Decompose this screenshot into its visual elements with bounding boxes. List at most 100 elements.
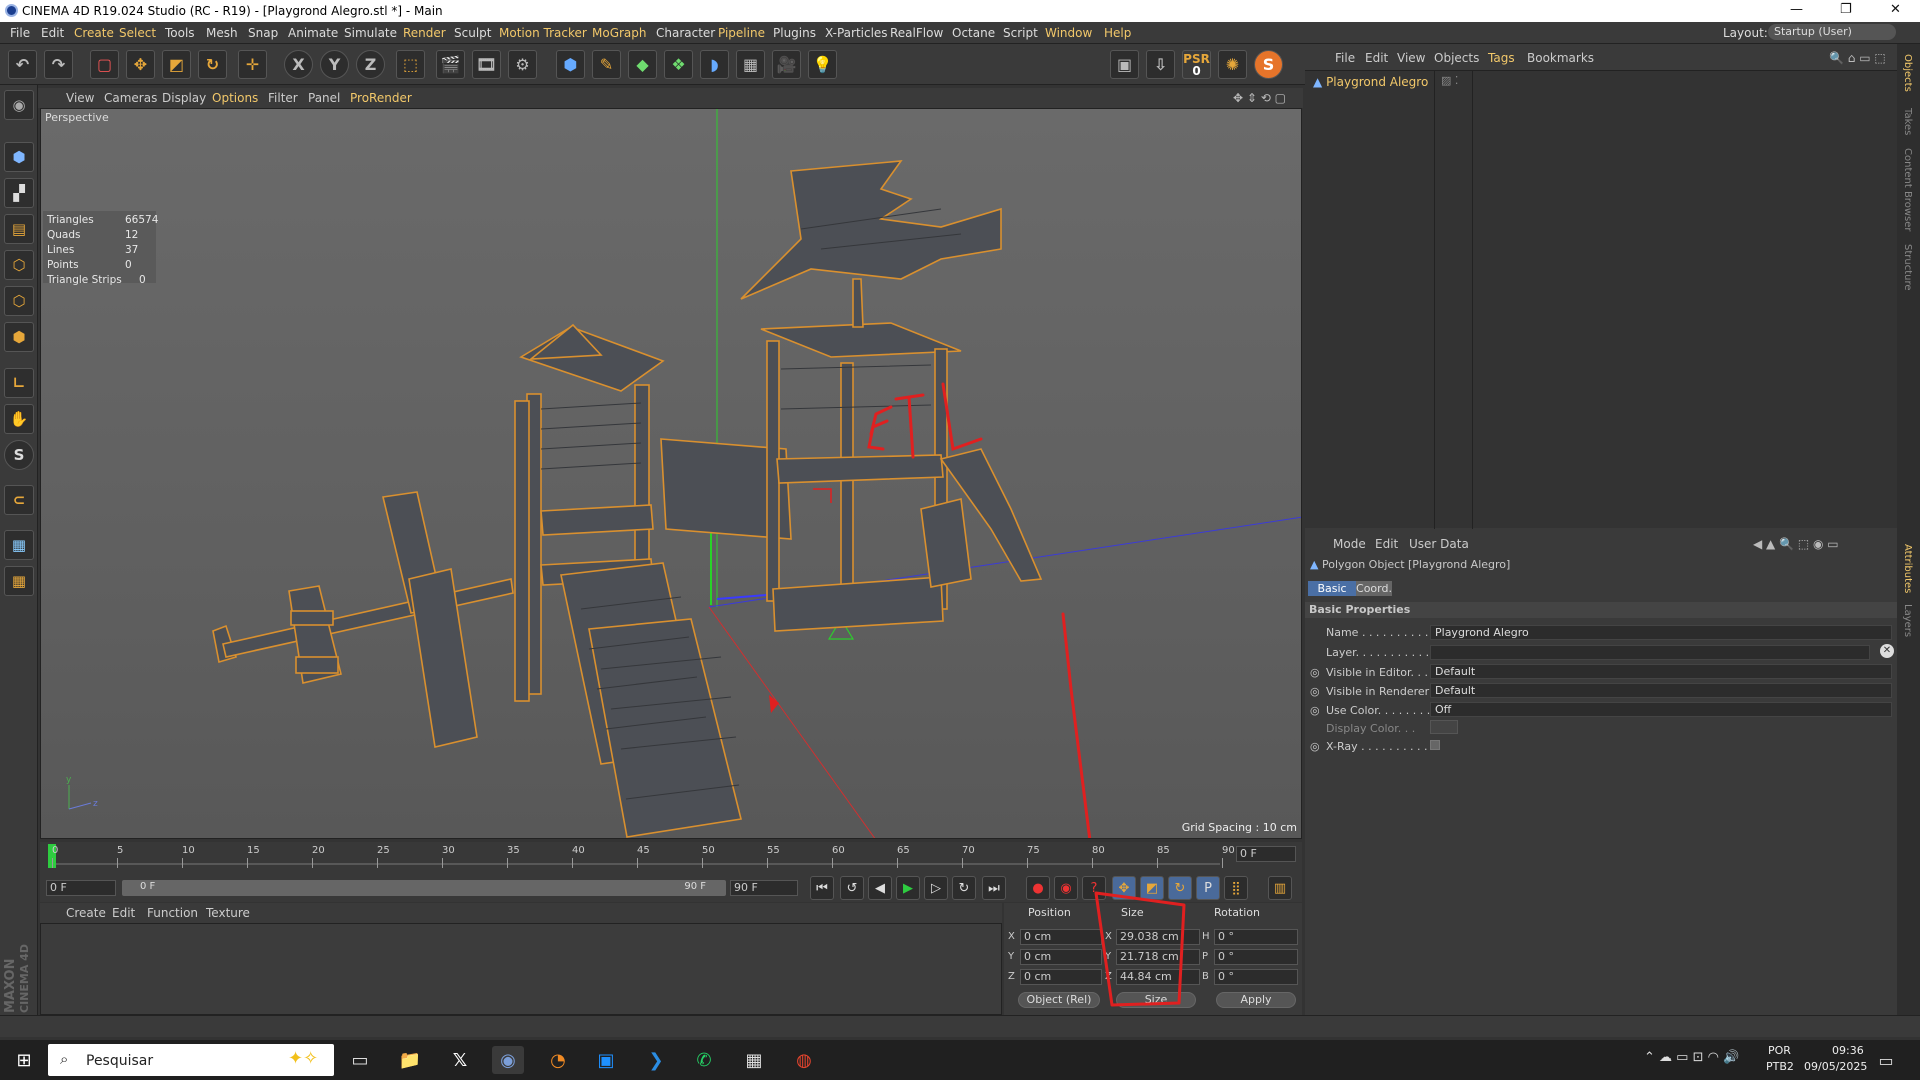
viewport-menu-display[interactable]: Display [162, 91, 206, 105]
menu-snap[interactable]: Snap [248, 26, 278, 40]
record-keys-icon[interactable]: ● [1026, 876, 1050, 900]
prev-key-icon[interactable]: ↺ [840, 876, 864, 900]
menu-help[interactable]: Help [1104, 26, 1131, 40]
language-line1[interactable]: POR [1768, 1044, 1791, 1057]
floor-icon[interactable]: ▦ [736, 50, 765, 79]
radio-icon[interactable]: ◎ [1310, 704, 1320, 717]
menu-pipeline[interactable]: Pipeline [718, 26, 765, 40]
psr-counter[interactable]: PSR 0 [1182, 50, 1211, 79]
menu-animate[interactable]: Animate [288, 26, 338, 40]
viewport-nav-icons[interactable]: ✥ ⇕ ⟲ ▢ [1233, 91, 1286, 105]
notifications-icon[interactable]: ▭ [1870, 1046, 1902, 1074]
rotation-p-field[interactable]: 0 ° [1214, 949, 1298, 965]
name-field[interactable]: Playgrond Alegro [1430, 625, 1892, 640]
tab-coord[interactable]: Coord. [1356, 581, 1392, 596]
blender-icon[interactable]: ◔ [542, 1046, 574, 1074]
render-settings-icon[interactable]: ⚙ [508, 50, 537, 79]
size-z-field[interactable]: 44.84 cm [1116, 969, 1200, 985]
key-point-level-icon[interactable]: ⣿ [1224, 876, 1248, 900]
visible-in-editor-select[interactable]: Default [1430, 664, 1892, 679]
menu-x-particles[interactable]: X-Particles [825, 26, 888, 40]
layer-clear-icon[interactable]: ✕ [1880, 644, 1894, 658]
goto-end-icon[interactable]: ⏭ [982, 876, 1006, 900]
vscode-icon[interactable]: ❯ [640, 1046, 672, 1074]
close-icon[interactable]: ✕ [1890, 2, 1901, 17]
rotation-b-field[interactable]: 0 ° [1214, 969, 1298, 985]
menu-select[interactable]: Select [119, 26, 156, 40]
next-frame-icon[interactable]: ▷ [924, 876, 948, 900]
objmenu-edit[interactable]: Edit [1365, 51, 1388, 65]
size-y-field[interactable]: 21.718 cm [1116, 949, 1200, 965]
solo-mode-icon[interactable]: S [4, 440, 34, 470]
menu-character[interactable]: Character [656, 26, 715, 40]
side-tab-structure[interactable]: Structure [1902, 244, 1913, 291]
minimize-icon[interactable]: — [1790, 2, 1803, 17]
rotation-h-field[interactable]: 0 ° [1214, 929, 1298, 945]
menu-script[interactable]: Script [1003, 26, 1038, 40]
radio-icon[interactable]: ◎ [1310, 666, 1320, 679]
material-menu-create[interactable]: Create [66, 906, 106, 920]
timeline-window-icon[interactable]: ▥ [1268, 876, 1292, 900]
rotate-icon[interactable]: ↻ [198, 50, 227, 79]
windows-start-icon[interactable]: ⊞ [8, 1046, 40, 1074]
restore-icon[interactable]: ❐ [1840, 2, 1852, 17]
tweak-mode-icon[interactable]: ✋ [4, 404, 34, 434]
tab-basic[interactable]: Basic [1308, 581, 1356, 596]
side-tab-layers[interactable]: Layers [1902, 604, 1913, 637]
polygons-mode-icon[interactable]: ⬢ [4, 322, 34, 352]
frame-range-slider[interactable]: 0 F 90 F [122, 880, 726, 896]
xray-checkbox[interactable] [1430, 740, 1440, 750]
menu-mesh[interactable]: Mesh [206, 26, 238, 40]
size-x-field[interactable]: 29.038 cm [1116, 929, 1200, 945]
material-manager-area[interactable] [40, 923, 1002, 1015]
scale-icon[interactable]: ◩ [162, 50, 191, 79]
objmenu-tags[interactable]: Tags [1488, 51, 1515, 65]
position-x-field[interactable]: 0 cm [1020, 929, 1102, 945]
layer-field[interactable] [1430, 645, 1870, 660]
material-menu-edit[interactable]: Edit [112, 906, 135, 920]
side-tab-attributes[interactable]: Attributes [1902, 544, 1913, 593]
position-y-field[interactable]: 0 cm [1020, 949, 1102, 965]
object-visibility-icon[interactable]: ▨ ⁚ [1441, 74, 1458, 87]
menu-mograph[interactable]: MoGraph [592, 26, 647, 40]
viewport-menu-filter[interactable]: Filter [268, 91, 298, 105]
menu-create[interactable]: Create [74, 26, 114, 40]
viewport-menu-panel[interactable]: Panel [308, 91, 340, 105]
z-axis-lock-button[interactable]: Z [356, 50, 385, 79]
attrmenu-mode[interactable]: Mode [1333, 537, 1366, 551]
blue-app-icon[interactable]: ▣ [590, 1046, 622, 1074]
objmenu-view[interactable]: View [1397, 51, 1425, 65]
system-tray-icons[interactable]: ⌃ ☁ ▭ ⊡ ◠ 🔊 [1644, 1050, 1739, 1065]
snap-icon[interactable]: ⊂ [4, 485, 34, 515]
render-view-icon[interactable]: 🎬 [436, 50, 465, 79]
side-tab-objects[interactable]: Objects [1902, 54, 1913, 92]
viewport-menu-options[interactable]: Options [212, 91, 258, 105]
last-tool-icon[interactable]: ✛ [238, 50, 267, 79]
workplane-icon[interactable]: ▤ [4, 214, 34, 244]
key-rotation-icon[interactable]: ↻ [1168, 876, 1192, 900]
cube-primitive-icon[interactable]: ⬢ [556, 50, 585, 79]
menu-render[interactable]: Render [403, 26, 446, 40]
redo-icon[interactable]: ↷ [44, 50, 73, 79]
import-icon[interactable]: ⇩ [1146, 50, 1175, 79]
coord-mode-dropdown[interactable]: Object (Rel) [1018, 992, 1100, 1008]
taskbar-search-box[interactable]: ⌕ Pesquisar ✦✧ [48, 1044, 334, 1076]
menu-realflow[interactable]: RealFlow [890, 26, 943, 40]
texture-mode-icon[interactable]: ▞ [4, 178, 34, 208]
edges-mode-icon[interactable]: ⬡ [4, 286, 34, 316]
menu-sculpt[interactable]: Sculpt [454, 26, 491, 40]
viewport-menu-prorender[interactable]: ProRender [350, 91, 412, 105]
language-line2[interactable]: PTB2 [1766, 1060, 1794, 1073]
position-z-field[interactable]: 0 cm [1020, 969, 1102, 985]
display-color-swatch[interactable] [1430, 720, 1458, 734]
chrome-icon[interactable]: ◍ [788, 1046, 820, 1074]
attr-nav-icons[interactable]: ◀ ▲ 🔍 ⬚ ◉ ▭ [1753, 537, 1839, 551]
menu-plugins[interactable]: Plugins [773, 26, 816, 40]
attrmenu-user-data[interactable]: User Data [1409, 537, 1469, 551]
x-axis-lock-button[interactable]: X [284, 50, 313, 79]
cinema4d-taskbar-icon[interactable]: ◉ [492, 1046, 524, 1074]
y-axis-lock-button[interactable]: Y [320, 50, 349, 79]
viewport-menu-cameras[interactable]: Cameras [104, 91, 157, 105]
key-scale-icon[interactable]: ◩ [1140, 876, 1164, 900]
layout-select[interactable]: Startup (User) [1768, 24, 1896, 40]
